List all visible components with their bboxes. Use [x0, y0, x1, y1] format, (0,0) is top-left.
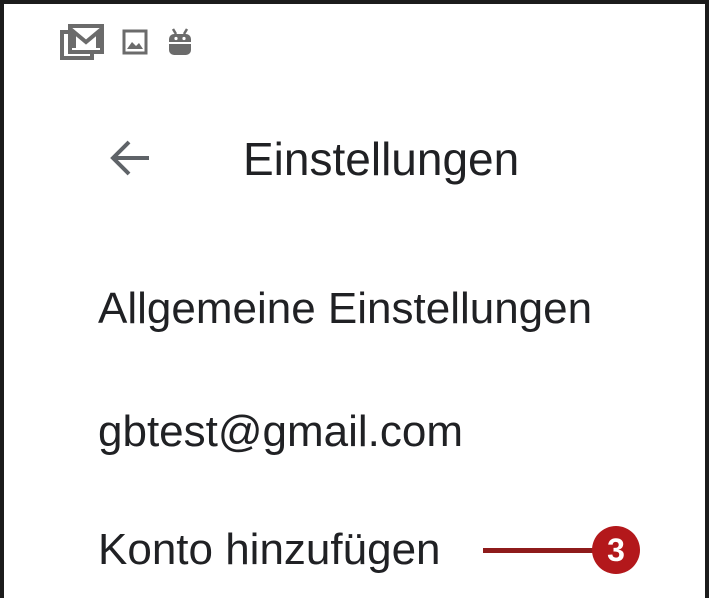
callout-line — [483, 548, 595, 553]
callout-badge: 3 — [592, 526, 640, 574]
image-notification-icon — [122, 29, 148, 55]
back-button[interactable] — [100, 128, 160, 188]
page-title: Einstellungen — [243, 133, 520, 185]
gmail-notification-icon — [60, 24, 104, 60]
general-settings-item[interactable]: Allgemeine Einstellungen — [98, 281, 592, 337]
add-account-item[interactable]: Konto hinzufügen — [98, 522, 441, 578]
android-debug-icon — [169, 28, 191, 55]
account-settings-item[interactable]: gbtest@gmail.com — [98, 404, 463, 460]
status-bar — [60, 22, 194, 62]
arrow-back-icon — [110, 140, 149, 176]
